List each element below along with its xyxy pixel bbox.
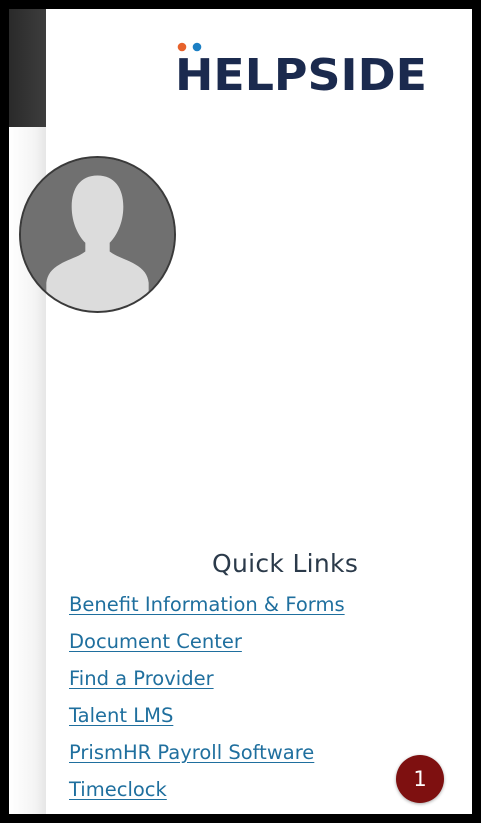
link-talent-lms[interactable]: Talent LMS <box>69 704 173 727</box>
quick-links-list: Benefit Information & Forms Document Cen… <box>69 593 345 814</box>
link-document-center[interactable]: Document Center <box>69 630 242 653</box>
notification-badge[interactable]: 1 <box>396 755 444 803</box>
list-item: Document Center <box>69 630 345 667</box>
link-find-a-provider[interactable]: Find a Provider <box>69 667 214 690</box>
user-silhouette-icon <box>21 158 174 311</box>
link-timeclock[interactable]: Timeclock <box>69 778 167 801</box>
link-benefit-information-forms[interactable]: Benefit Information & Forms <box>69 593 345 616</box>
sidebar-dark-strip <box>9 9 46 127</box>
quick-links-heading: Quick Links <box>212 549 359 578</box>
list-item: Benefit Information & Forms <box>69 593 345 630</box>
list-item: Timeclock <box>69 778 345 814</box>
list-item: PrismHR Payroll Software <box>69 741 345 778</box>
logo-wordmark: HELPSIDE <box>175 50 427 91</box>
link-prismhr-payroll-software[interactable]: PrismHR Payroll Software <box>69 741 314 764</box>
avatar[interactable] <box>19 156 176 313</box>
list-item: Find a Provider <box>69 667 345 704</box>
helpside-logo[interactable]: HELPSIDE <box>175 39 427 91</box>
list-item: Talent LMS <box>69 704 345 741</box>
page-frame: HELPSIDE Quick Links Benefit Information… <box>0 0 481 823</box>
